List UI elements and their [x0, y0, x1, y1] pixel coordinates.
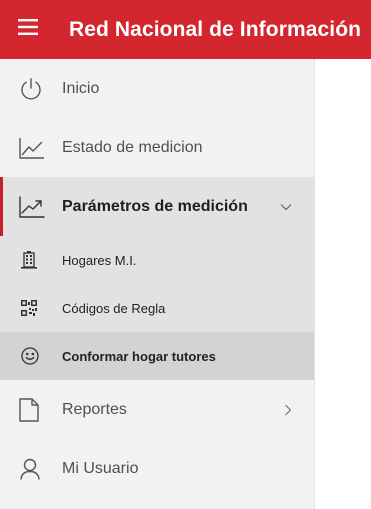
- sidebar-subitem-conformar-hogar-tutores[interactable]: Conformar hogar tutores: [0, 332, 314, 380]
- app-header: Red Nacional de Información: [0, 0, 371, 59]
- sidebar-subitem-codigos-de-regla[interactable]: Códigos de Regla: [0, 284, 314, 332]
- hamburger-icon: [18, 19, 38, 40]
- sidebar-submenu: Hogares M.I. Códigos de Regla Conformar …: [0, 236, 314, 380]
- qr-code-icon: [21, 300, 37, 316]
- sidebar-subitem-hogares-mi[interactable]: Hogares M.I.: [0, 236, 314, 284]
- power-icon: [19, 77, 43, 101]
- app-window: Red Nacional de Información Inicio Estad…: [0, 0, 371, 509]
- sidebar-subitem-label: Códigos de Regla: [62, 300, 166, 316]
- app-title: Red Nacional de Información: [69, 17, 362, 41]
- chevron-right-icon: [284, 404, 292, 416]
- sidebar-subitem-label: Conformar hogar tutores: [62, 348, 216, 364]
- menu-toggle-button[interactable]: [0, 0, 56, 59]
- sidebar-group-label: Parámetros de medición: [62, 197, 248, 215]
- sidebar-item-reportes[interactable]: Reportes: [0, 380, 314, 439]
- sidebar-item-mi-usuario[interactable]: Mi Usuario: [0, 439, 314, 498]
- document-icon: [19, 397, 39, 422]
- sidebar-item-label: Inicio: [62, 79, 100, 97]
- sidebar-item-label: Mi Usuario: [62, 459, 139, 477]
- sidebar-item-label: Estado de medicion: [62, 138, 203, 156]
- sidebar-group-parametros-de-medicion[interactable]: Parámetros de medición: [0, 177, 314, 236]
- trend-up-icon: [19, 195, 45, 218]
- chevron-down-icon: [280, 203, 292, 211]
- sidebar-item-inicio[interactable]: Inicio: [0, 59, 314, 118]
- line-chart-icon: [19, 137, 45, 159]
- sidebar-nav: Inicio Estado de medicion Parámetros de …: [0, 59, 315, 509]
- sidebar-item-label: Reportes: [62, 400, 127, 418]
- user-icon: [19, 458, 41, 480]
- sidebar-item-estado-de-medicion[interactable]: Estado de medicion: [0, 118, 314, 177]
- building-icon: [21, 251, 37, 269]
- sidebar-subitem-label: Hogares M.I.: [62, 252, 137, 268]
- smiley-icon: [21, 347, 39, 365]
